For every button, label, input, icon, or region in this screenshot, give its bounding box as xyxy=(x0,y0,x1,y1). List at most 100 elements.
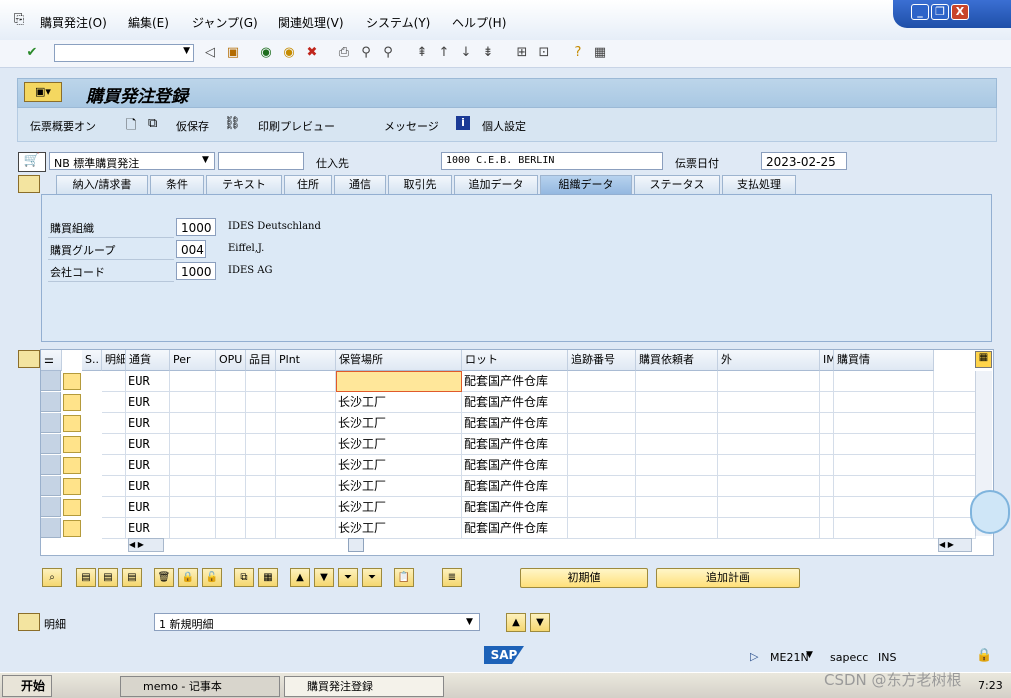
table-cell[interactable] xyxy=(102,455,126,476)
table-cell[interactable] xyxy=(834,497,934,518)
table-cell[interactable] xyxy=(636,434,718,455)
table-cell[interactable] xyxy=(718,371,820,392)
column-header[interactable]: OPU xyxy=(216,350,246,371)
transaction-menu-icon[interactable]: ▣▾ xyxy=(24,82,62,102)
table-cell[interactable] xyxy=(934,518,976,539)
table-cell[interactable] xyxy=(102,434,126,455)
cancel-icon[interactable]: ✖ xyxy=(304,45,320,61)
table-cell[interactable] xyxy=(216,371,246,392)
table-cell[interactable] xyxy=(102,476,126,497)
table-cell[interactable] xyxy=(170,371,216,392)
table-cell[interactable] xyxy=(934,434,976,455)
table-cell[interactable] xyxy=(934,476,976,497)
table-cell[interactable] xyxy=(170,455,216,476)
table-cell[interactable] xyxy=(102,497,126,518)
print-preview-button[interactable]: 印刷プレビュー xyxy=(258,118,335,134)
table-cell[interactable] xyxy=(834,476,934,497)
table-cell[interactable] xyxy=(718,434,820,455)
column-header[interactable]: 追跡番号 xyxy=(568,350,636,371)
table-cell[interactable] xyxy=(820,476,834,497)
close-button[interactable]: X xyxy=(951,4,969,20)
table-cell[interactable] xyxy=(718,518,820,539)
task-purchase-order[interactable]: 購買発注登録 xyxy=(284,676,444,697)
clipboard-icon[interactable]: 📋 xyxy=(394,568,414,587)
layout-list-icon[interactable]: ≣ xyxy=(442,568,462,587)
sort-desc-icon[interactable]: ▼ xyxy=(314,568,334,587)
status-dropdown-icon[interactable]: ▼ xyxy=(806,650,813,660)
table-cell[interactable] xyxy=(568,392,636,413)
print-icon[interactable]: ⎙ xyxy=(336,45,352,61)
storage-location-cell[interactable]: 配套国产件仓库 xyxy=(462,371,568,392)
table-cell[interactable] xyxy=(934,371,976,392)
table-cell[interactable] xyxy=(170,392,216,413)
row-selector[interactable] xyxy=(41,413,61,433)
tab-additional-data[interactable]: 追加データ xyxy=(454,175,538,194)
table-cell[interactable] xyxy=(246,434,276,455)
tab-address[interactable]: 住所 xyxy=(284,175,332,194)
enter-icon[interactable]: ✔ xyxy=(24,45,40,61)
unlock-icon[interactable]: 🔓 xyxy=(202,568,222,587)
collapse-item-detail-icon[interactable] xyxy=(18,613,40,631)
column-header[interactable]: Per xyxy=(170,350,216,371)
column-header[interactable]: 明細 xyxy=(102,350,126,371)
storage-location-cell[interactable]: 配套国产件仓库 xyxy=(462,455,568,476)
table-cell[interactable] xyxy=(246,497,276,518)
filter-icon[interactable]: ⏷ xyxy=(338,568,358,587)
status-icon[interactable] xyxy=(63,499,81,516)
paste-line-icon[interactable]: ▤ xyxy=(98,568,118,587)
storage-location-cell[interactable]: 配套国产件仓库 xyxy=(462,497,568,518)
tab-status[interactable]: ステータス xyxy=(634,175,720,194)
next-page-icon[interactable]: ↓ xyxy=(458,45,474,61)
command-field[interactable]: ▼ xyxy=(54,44,194,62)
column-header[interactable]: Plnt xyxy=(276,350,336,371)
column-header[interactable]: ロット xyxy=(462,350,568,371)
table-cell[interactable] xyxy=(636,497,718,518)
doc-date-field[interactable]: 2023-02-25 xyxy=(761,152,847,170)
find-icon[interactable]: ⚲ xyxy=(358,45,374,61)
storage-location-cell[interactable]: 配套国产件仓库 xyxy=(462,413,568,434)
menu-system[interactable]: システム(Y) xyxy=(366,14,430,31)
save-icon[interactable]: ▣ xyxy=(225,45,241,61)
collapse-header-icon[interactable] xyxy=(18,175,40,193)
table-cell[interactable] xyxy=(934,392,976,413)
plant-cell[interactable]: 长沙工厂 xyxy=(336,497,462,518)
tab-texts[interactable]: テキスト xyxy=(206,175,282,194)
table-cell[interactable] xyxy=(636,476,718,497)
doc-type-select[interactable]: NB 標準購買発注 xyxy=(49,152,215,170)
first-page-icon[interactable]: ⇞ xyxy=(414,45,430,61)
minimize-button[interactable]: _ xyxy=(911,4,929,20)
table-cell[interactable] xyxy=(820,455,834,476)
table-cell[interactable] xyxy=(216,434,246,455)
status-icon[interactable] xyxy=(63,436,81,453)
help-icon[interactable]: ? xyxy=(570,45,586,61)
currency-cell[interactable]: EUR xyxy=(126,434,170,455)
table-cell[interactable] xyxy=(820,434,834,455)
table-cell[interactable] xyxy=(820,371,834,392)
tab-org-data[interactable]: 組織データ xyxy=(540,175,632,194)
table-cell[interactable] xyxy=(636,392,718,413)
table-cell[interactable] xyxy=(718,413,820,434)
dropdown-icon[interactable]: ▼ xyxy=(183,46,190,56)
table-cell[interactable] xyxy=(834,413,934,434)
plant-cell[interactable] xyxy=(336,371,462,392)
table-cell[interactable] xyxy=(276,434,336,455)
table-cell[interactable] xyxy=(568,455,636,476)
column-header[interactable]: 購買依頼者 xyxy=(636,350,718,371)
table-settings-icon[interactable]: ⚌ xyxy=(41,350,62,371)
template-icon[interactable]: ▤ xyxy=(122,568,142,587)
task-memo[interactable]: memo - 记事本 xyxy=(120,676,280,697)
tab-payment[interactable]: 支払処理 xyxy=(722,175,796,194)
column-header[interactable]: 保管場所 xyxy=(336,350,462,371)
status-icon[interactable] xyxy=(63,415,81,432)
table-cell[interactable] xyxy=(276,518,336,539)
tab-partners[interactable]: 取引先 xyxy=(388,175,452,194)
table-cell[interactable] xyxy=(170,518,216,539)
table-cell[interactable] xyxy=(170,476,216,497)
back-arrow-icon[interactable]: ◁ xyxy=(202,45,218,61)
table-cell[interactable] xyxy=(636,413,718,434)
status-icon[interactable] xyxy=(63,520,81,537)
table-cell[interactable] xyxy=(568,497,636,518)
restore-button[interactable]: ❐ xyxy=(931,4,949,20)
table-cell[interactable] xyxy=(246,476,276,497)
personal-settings-button[interactable]: 個人設定 xyxy=(482,118,526,134)
